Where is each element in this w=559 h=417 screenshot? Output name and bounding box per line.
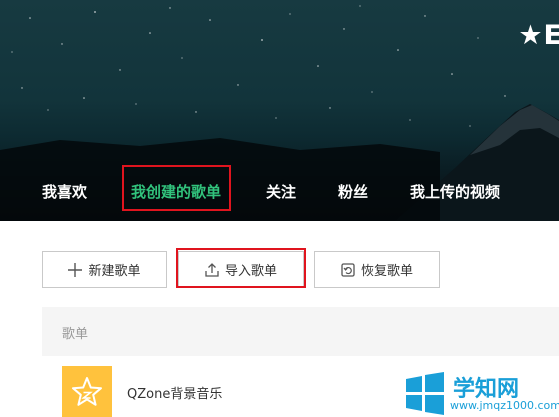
playlist-name[interactable]: QZone背景音乐 [127, 383, 222, 402]
profile-name-fragment: ★E [518, 20, 559, 51]
site-watermark: 学知网 www.jmqz1000.com [400, 370, 559, 417]
watermark-url: www.jmqz1000.com [450, 399, 559, 412]
restore-playlist-button[interactable]: 恢复歌单 [314, 251, 440, 288]
tab-favorites[interactable]: 我喜欢 [42, 181, 87, 202]
tab-following[interactable]: 关注 [266, 181, 296, 202]
restore-icon [341, 262, 355, 277]
plus-icon [68, 262, 83, 277]
profile-banner: ★E 我喜欢 我创建的歌单 关注 粉丝 我上传的视频 [0, 0, 559, 221]
annotation-highlight-import [176, 248, 306, 288]
windows-logo-icon [406, 372, 444, 415]
annotation-highlight-tab [122, 165, 231, 211]
profile-nav: 我喜欢 我创建的歌单 关注 粉丝 我上传的视频 [0, 160, 559, 221]
column-header-playlist: 歌单 [62, 327, 89, 342]
tab-followers[interactable]: 粉丝 [338, 181, 368, 202]
new-playlist-label: 新建歌单 [88, 264, 141, 279]
playlist-list-header: 歌单 [42, 307, 559, 356]
restore-playlist-label: 恢复歌单 [360, 264, 413, 279]
star-icon [72, 377, 102, 406]
playlist-cover[interactable] [62, 366, 112, 417]
tab-uploaded-videos[interactable]: 我上传的视频 [410, 181, 500, 202]
new-playlist-button[interactable]: 新建歌单 [42, 251, 167, 288]
